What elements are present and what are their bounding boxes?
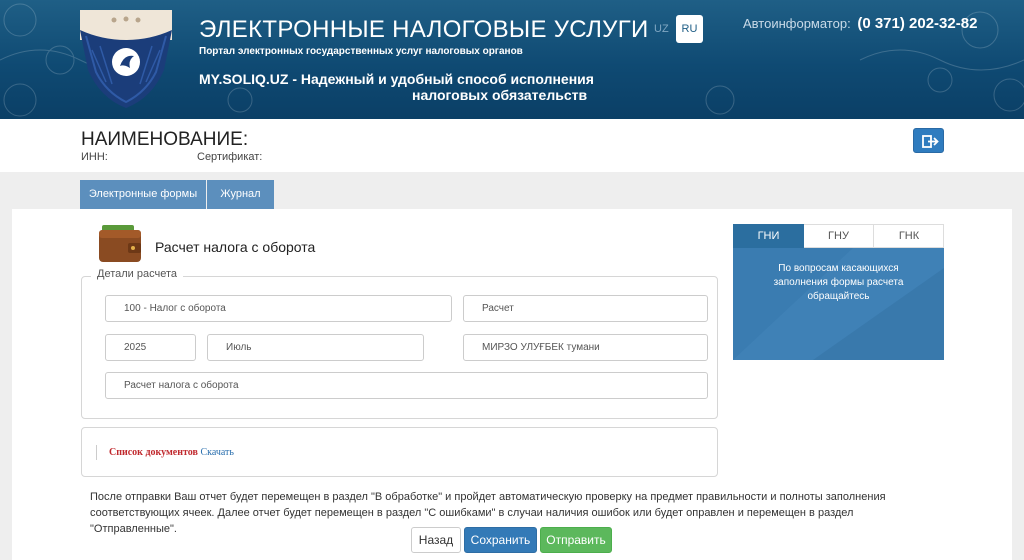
form-title: Расчет налога с оборота: [155, 239, 316, 255]
company-name-label: НАИМЕНОВАНИЕ:: [81, 129, 249, 150]
site-title: ЭЛЕКТРОННЫЕ НАЛОГОВЫЕ УСЛУГИ: [199, 16, 649, 43]
send-button[interactable]: Отправить: [540, 527, 612, 553]
side-tab-gni[interactable]: ГНИ: [733, 224, 804, 248]
logout-icon: [922, 135, 939, 148]
year-field[interactable]: 2025: [105, 334, 196, 361]
lang-ru-button[interactable]: RU: [676, 15, 703, 43]
site-header: ЭЛЕКТРОННЫЕ НАЛОГОВЫЕ УСЛУГИ Портал элек…: [0, 0, 1024, 119]
autoinformer-phone: (0 371) 202-32-82: [857, 15, 978, 32]
autoinformer-label: Автоинформатор:: [743, 16, 851, 31]
wallet-icon: [99, 225, 141, 262]
tab-electronic-forms[interactable]: Электронные формы: [80, 180, 206, 209]
tab-journal[interactable]: Журнал: [207, 180, 274, 209]
side-tab-gnk[interactable]: ГНК: [874, 224, 944, 248]
slogan-line-1: MY.SOLIQ.UZ - Надежный и удобный способ …: [199, 71, 594, 87]
slogan-line-2: налоговых обязательств: [412, 87, 588, 103]
inn-label: ИНН:: [81, 151, 108, 163]
back-button[interactable]: Назад: [411, 527, 461, 553]
documents-list-label: Список документов: [109, 447, 198, 458]
autoinformer: Автоинформатор: (0 371) 202-32-82: [743, 15, 977, 32]
tax-type-field[interactable]: 100 - Налог с оборота: [105, 295, 452, 322]
month-field[interactable]: Июль: [207, 334, 424, 361]
documents-line: Список документов Скачать: [96, 445, 234, 460]
document-type-field[interactable]: Расчет: [463, 295, 708, 322]
fieldset-legend: Детали расчета: [91, 268, 183, 280]
site-slogan: MY.SOLIQ.UZ - Надежный и удобный способ …: [199, 71, 619, 103]
form-name-field[interactable]: Расчет налога с оборота: [105, 372, 708, 399]
site-subtitle: Портал электронных государственных услуг…: [199, 46, 523, 57]
user-info-bar: НАИМЕНОВАНИЕ: ИНН: Сертификат:: [0, 119, 1024, 172]
lang-uz-link[interactable]: UZ: [654, 23, 669, 35]
logout-button[interactable]: [913, 128, 944, 153]
side-tab-gnu[interactable]: ГНУ: [804, 224, 874, 248]
district-field[interactable]: МИРЗО УЛУҒБЕК тумани: [463, 334, 708, 361]
save-button[interactable]: Сохранить: [464, 527, 537, 553]
side-contact-text: По вопросам касающихся заполнения формы …: [773, 263, 904, 302]
emblem-logo[interactable]: [80, 10, 172, 108]
certificate-label: Сертификат:: [197, 151, 263, 163]
download-link[interactable]: Скачать: [200, 447, 234, 458]
